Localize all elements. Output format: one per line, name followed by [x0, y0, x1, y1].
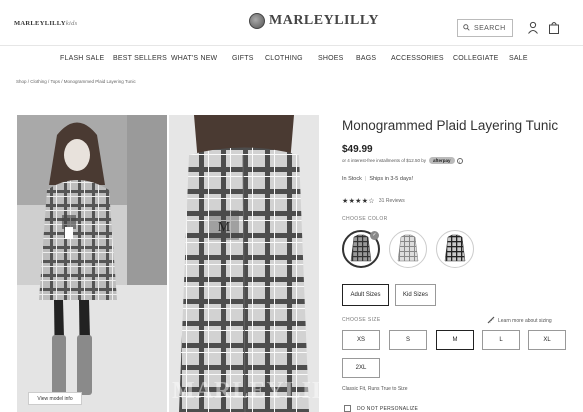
stock-status: In Stock	[342, 176, 362, 182]
choose-color-label: CHOOSE COLOR	[342, 216, 388, 222]
star-rating-icon: ★★★★☆	[342, 198, 375, 205]
nav-gifts[interactable]: GIFTS	[232, 55, 254, 62]
logo-text: MARLEYLILLY	[269, 13, 380, 28]
photo-watermark: MARLEYLILLY	[172, 378, 363, 404]
search-button[interactable]: SEARCH	[457, 19, 513, 37]
color-swatch-1[interactable]: ✓	[342, 230, 380, 268]
installments-text: or 4 interest-free installments of $12.5…	[342, 158, 427, 163]
product-price: $49.99	[342, 144, 373, 155]
nav-collegiate[interactable]: COLLEGIATE	[453, 55, 498, 62]
main-nav: FLASH SALE BEST SELLERS WHAT'S NEW GIFTS…	[0, 50, 583, 70]
nav-whats-new[interactable]: WHAT'S NEW	[171, 55, 217, 62]
kids-logo-suffix: kids	[65, 20, 78, 27]
size-2xl-button[interactable]: 2XL	[342, 358, 380, 378]
reviews-link[interactable]: 31 Reviews	[379, 198, 405, 204]
svg-text:M: M	[218, 220, 231, 235]
product-photo-front[interactable]	[17, 115, 167, 412]
top-header: MARLEYLILLYkids MARLEYLILLY SEARCH	[0, 0, 583, 46]
personalize-option[interactable]: DO NOT PERSONALIZE	[344, 405, 418, 412]
ruler-icon	[487, 316, 495, 326]
afterpay-badge[interactable]: afterpay	[429, 157, 455, 164]
product-rating[interactable]: ★★★★☆ 31 Reviews	[342, 197, 405, 205]
nav-accessories[interactable]: ACCESSORIES	[391, 55, 444, 62]
size-l-button[interactable]: L	[482, 330, 520, 350]
shipping-time: Ships in 3-5 days!	[369, 176, 414, 182]
nav-shoes[interactable]: SHOES	[318, 55, 344, 62]
stock-divider: |	[364, 176, 367, 182]
nav-clothing[interactable]: CLOTHING	[265, 55, 303, 62]
size-m-button[interactable]: M	[436, 330, 474, 350]
nav-bags[interactable]: BAGS	[356, 55, 376, 62]
nav-flash-sale[interactable]: FLASH SALE	[60, 55, 104, 62]
view-model-info-button[interactable]: View model info	[28, 392, 82, 405]
fit-note: Classic Fit, Runs True to Size	[342, 386, 408, 392]
installments-note: or 4 interest-free installments of $12.5…	[342, 157, 463, 164]
info-icon[interactable]: i	[456, 157, 463, 164]
color-swatch-2[interactable]	[389, 230, 427, 268]
product-title: Monogrammed Plaid Layering Tunic	[342, 118, 559, 133]
nav-sale[interactable]: SALE	[509, 55, 528, 62]
size-xl-button[interactable]: XL	[528, 330, 566, 350]
sizing-guide-label: Learn more about sizing	[498, 318, 552, 324]
search-label: SEARCH	[474, 24, 506, 32]
stock-info: In Stock | Ships in 3-5 days!	[342, 176, 413, 182]
kid-sizes-button[interactable]: Kid Sizes	[395, 284, 436, 306]
kids-logo-main: MARLEYLILLY	[14, 20, 66, 27]
shopping-bag-icon[interactable]	[548, 21, 560, 34]
do-not-personalize-checkbox[interactable]	[344, 405, 351, 412]
do-not-personalize-label: DO NOT PERSONALIZE	[357, 405, 419, 412]
breadcrumb[interactable]: Shop / Clothing / Tops / Monogrammed Pla…	[16, 79, 136, 84]
selected-check-icon: ✓	[370, 231, 379, 240]
product-photo-detail[interactable]: M	[169, 115, 319, 412]
search-icon	[463, 23, 470, 33]
nav-best-sellers[interactable]: BEST SELLERS	[113, 55, 167, 62]
account-icon[interactable]	[527, 21, 539, 34]
logo-icon	[249, 13, 265, 29]
color-swatch-3[interactable]	[436, 230, 474, 268]
sizing-guide-link[interactable]: Learn more about sizing	[487, 316, 552, 326]
choose-size-label: CHOOSE SIZE	[342, 317, 381, 323]
size-xs-button[interactable]: XS	[342, 330, 380, 350]
size-s-button[interactable]: S	[389, 330, 427, 350]
site-logo[interactable]: MARLEYLILLY	[249, 13, 379, 29]
marleylilly-kids-link[interactable]: MARLEYLILLYkids	[14, 20, 78, 27]
adult-sizes-button[interactable]: Adult Sizes	[342, 284, 389, 306]
